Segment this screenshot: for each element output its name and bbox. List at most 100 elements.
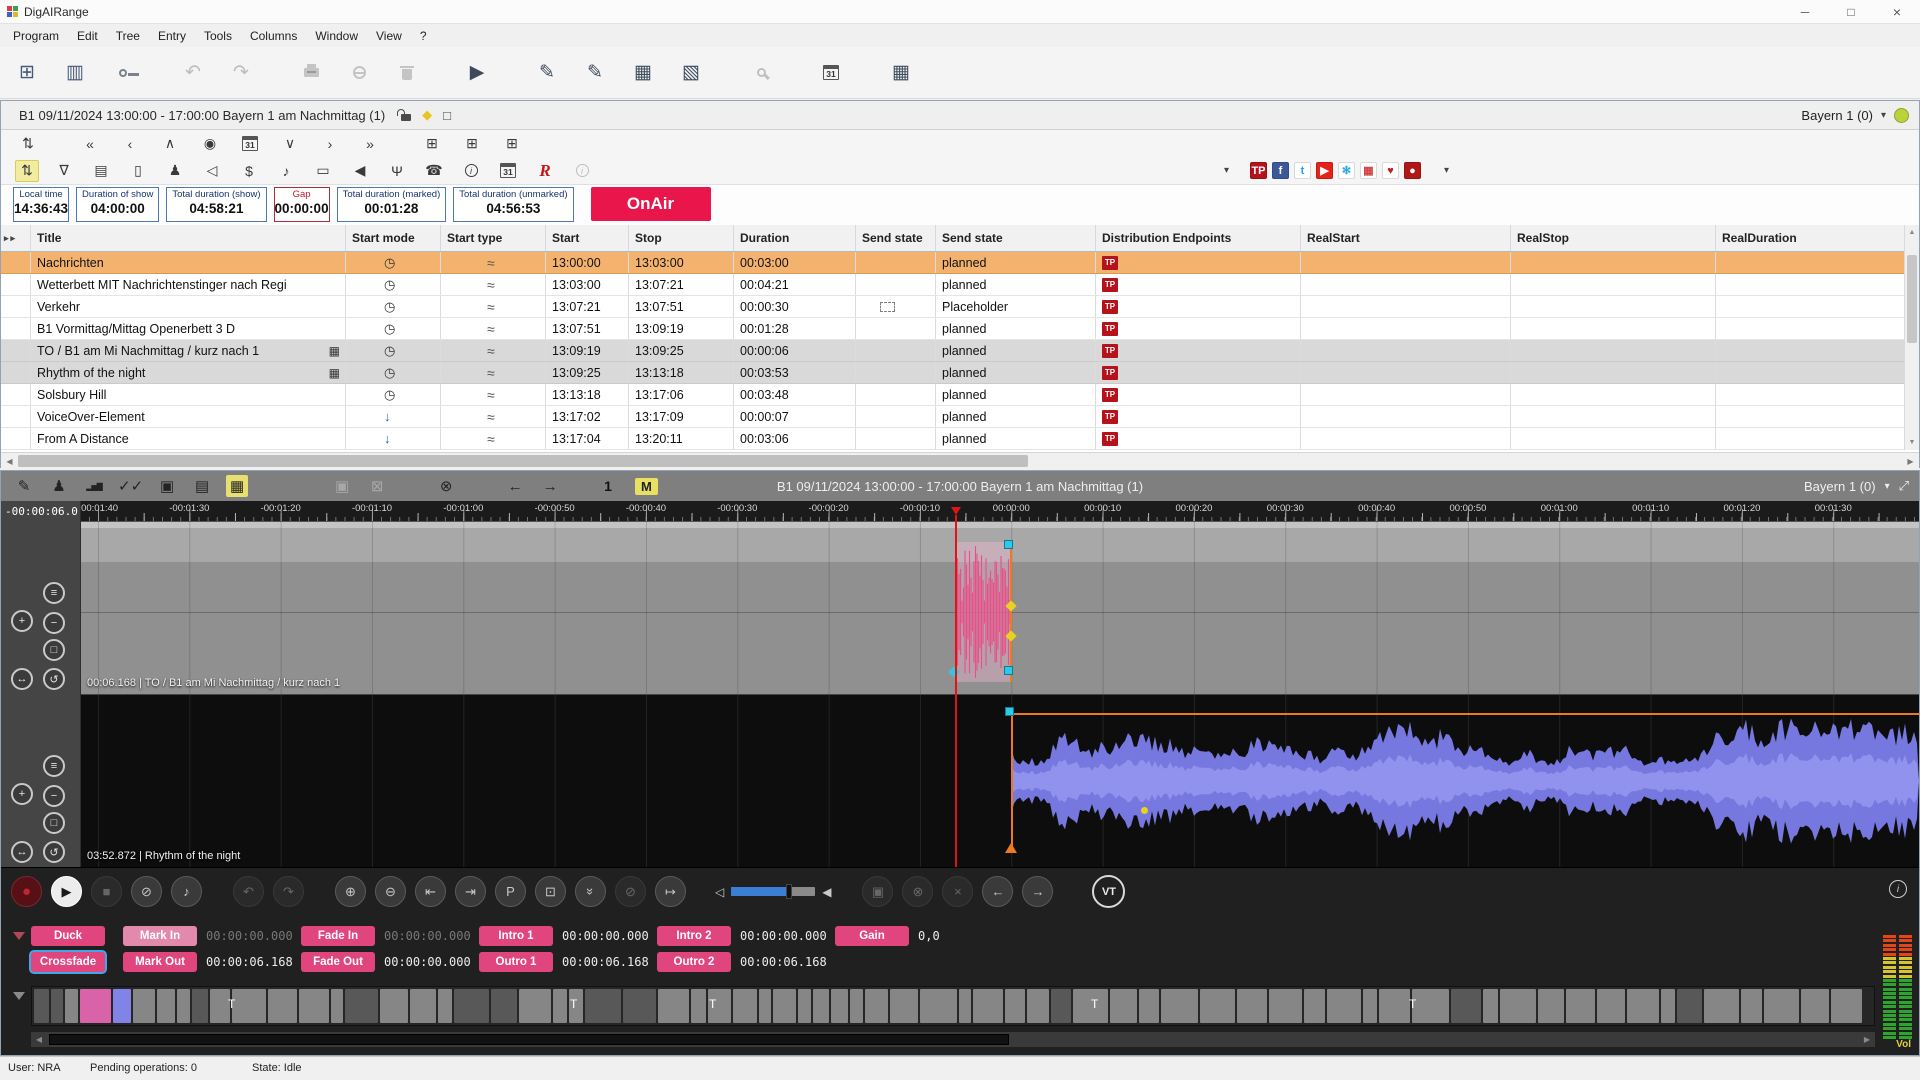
fade-panel-collapse-icon[interactable] [13, 932, 25, 940]
fade-button[interactable]: Mark Out [123, 952, 197, 972]
menu-item[interactable]: Tools [195, 26, 241, 46]
table-row[interactable]: Nachrichten ◷ ≈ 13:00:00 13:03:00 00:03:… [1, 252, 1919, 274]
move-up-icon[interactable]: ∧ [157, 133, 183, 155]
close-button[interactable]: × [1874, 0, 1920, 23]
layout-rows-icon[interactable]: ▥ [60, 58, 90, 88]
fade-button[interactable]: Fade Out [301, 952, 375, 972]
track-loop-button[interactable]: ↺ [43, 668, 65, 690]
table-row[interactable]: Solsbury Hill ◷ ≈ 13:13:18 13:17:06 00:0… [1, 384, 1919, 406]
overview-segment[interactable] [1566, 989, 1595, 1023]
twitter-icon[interactable]: t [1294, 162, 1311, 179]
grid-icon[interactable]: ▦ [226, 475, 248, 497]
table-row[interactable]: Verkehr ◷ ≈ 13:07:21 13:07:51 00:00:30 P… [1, 296, 1919, 318]
table-vertical-scrollbar[interactable]: ▲ ▼ [1904, 225, 1919, 450]
track-loop-button[interactable]: ↺ [43, 841, 65, 863]
marker-diamond-icon[interactable]: ◆ [422, 107, 432, 123]
scroll-right-icon[interactable]: ▶ [1902, 453, 1919, 469]
overview-segment[interactable] [1304, 989, 1325, 1023]
fade-button[interactable]: Crossfade [31, 952, 105, 972]
overview-segment[interactable] [865, 989, 888, 1023]
column-header[interactable]: Title [31, 225, 346, 251]
overview-segment[interactable] [519, 989, 551, 1023]
expand-rows-icon[interactable]: ▸ [4, 233, 9, 244]
overview-segment[interactable] [1764, 989, 1799, 1023]
fade-button[interactable]: Fade In [301, 926, 375, 946]
document-icon[interactable]: ▯ [126, 160, 150, 182]
waveform-track-1[interactable]: 00:06.168 | TO / B1 am Mi Nachmittag / k… [81, 522, 1919, 694]
overview-segment[interactable] [1801, 989, 1829, 1023]
overview-segment[interactable] [959, 989, 971, 1023]
overview-segment[interactable] [210, 989, 230, 1023]
goto-last-icon[interactable]: » [357, 133, 383, 155]
track-zoom-out-button[interactable]: − [43, 785, 65, 807]
overview-segment[interactable] [491, 989, 517, 1023]
editor-mode-button[interactable]: M [635, 478, 658, 495]
overview-segment[interactable] [1379, 989, 1410, 1023]
snowflake-icon[interactable]: ✻ [1338, 162, 1355, 179]
station-icon[interactable]: ● [1404, 162, 1421, 179]
voicetrack-button[interactable]: VT [1092, 875, 1125, 908]
billing-icon[interactable]: $ [237, 160, 261, 182]
zoom-out-button[interactable]: ⊖ [375, 876, 406, 907]
overview-segment[interactable] [569, 989, 583, 1023]
playhead-line[interactable] [955, 515, 957, 867]
overview-segment[interactable] [80, 989, 111, 1023]
overview-segment[interactable] [1704, 989, 1739, 1023]
maximize-button[interactable]: □ [1828, 0, 1874, 23]
fade-button[interactable]: Mark In [123, 926, 197, 946]
overview-segment[interactable] [1627, 989, 1659, 1023]
overview-segment[interactable] [1027, 989, 1049, 1023]
overview-segment[interactable] [1483, 989, 1498, 1023]
menu-item[interactable]: View [367, 26, 411, 46]
fade-in-edge[interactable] [1011, 713, 1013, 847]
move-down-icon[interactable]: ∨ [277, 133, 303, 155]
track-clear-button[interactable]: □ [43, 812, 65, 834]
insert-layout3-icon[interactable]: ⊞ [499, 133, 525, 155]
overview-segment[interactable] [268, 989, 297, 1023]
zoom-selection-button[interactable]: ⊡ [535, 876, 566, 907]
table-row[interactable]: Wetterbett MIT Nachrichtenstinger nach R… [1, 274, 1919, 296]
table-horizontal-scrollbar[interactable]: ◀ ▶ [1, 452, 1919, 468]
menu-item[interactable]: Edit [68, 26, 107, 46]
overview-segment[interactable] [1005, 989, 1025, 1023]
overview-segment[interactable] [553, 989, 567, 1023]
marker-square-icon[interactable]: □ [443, 108, 451, 123]
cue-button[interactable]: ⊘ [131, 876, 162, 907]
clip-right-edge-handle[interactable] [1010, 542, 1012, 682]
overview-segment[interactable] [1363, 989, 1377, 1023]
goto-first-icon[interactable]: « [77, 133, 103, 155]
sort-filter-icon[interactable]: ⇅ [15, 160, 39, 182]
nav-right-icon[interactable]: → [539, 475, 561, 497]
new-table-icon[interactable]: ▦ [628, 58, 658, 88]
fade-button[interactable]: Duck [31, 926, 105, 946]
overview-segment[interactable] [1073, 989, 1108, 1023]
overview-segment[interactable] [1741, 989, 1762, 1023]
table-row[interactable]: VoiceOver-Element ↓ ≈ 13:17:02 13:17:09 … [1, 406, 1919, 428]
overview-segment[interactable] [331, 989, 343, 1023]
endpoint-tp-icon[interactable]: TP [1250, 162, 1267, 179]
scroll-up-icon[interactable]: ▲ [1905, 225, 1919, 240]
music-icon[interactable]: ♪ [274, 160, 298, 182]
reporter-icon[interactable]: ♟ [48, 475, 70, 497]
overview-segment[interactable] [850, 989, 863, 1023]
mic-icon[interactable]: Ψ [385, 160, 409, 182]
menu-item[interactable]: Tree [107, 26, 149, 46]
endpoints-dropdown-icon[interactable]: ▾ [1224, 165, 1229, 176]
gain-envelope-line[interactable] [1011, 713, 1919, 715]
playhead-marker[interactable] [951, 507, 961, 515]
layout-columns-icon[interactable]: ⊞ [12, 58, 42, 88]
editor-horizontal-scrollbar[interactable]: ◀ ▶ [31, 1032, 1875, 1047]
menu-item[interactable]: Entry [149, 26, 195, 46]
fade-anchor-marker[interactable] [1005, 843, 1017, 853]
overview-segment[interactable] [1237, 989, 1267, 1023]
overview-segment[interactable] [585, 989, 621, 1023]
column-header[interactable]: RealStart [1301, 225, 1511, 251]
copy-icon[interactable]: ▣ [156, 475, 178, 497]
overview-segment[interactable] [192, 989, 208, 1023]
overview-segment[interactable] [299, 989, 329, 1023]
overview-segment[interactable] [831, 989, 848, 1023]
overview-segment[interactable] [773, 989, 796, 1023]
social-more-icon[interactable]: ▾ [1444, 165, 1449, 176]
column-header[interactable]: Stop [629, 225, 734, 251]
fade-button[interactable]: Outro 1 [479, 952, 553, 972]
